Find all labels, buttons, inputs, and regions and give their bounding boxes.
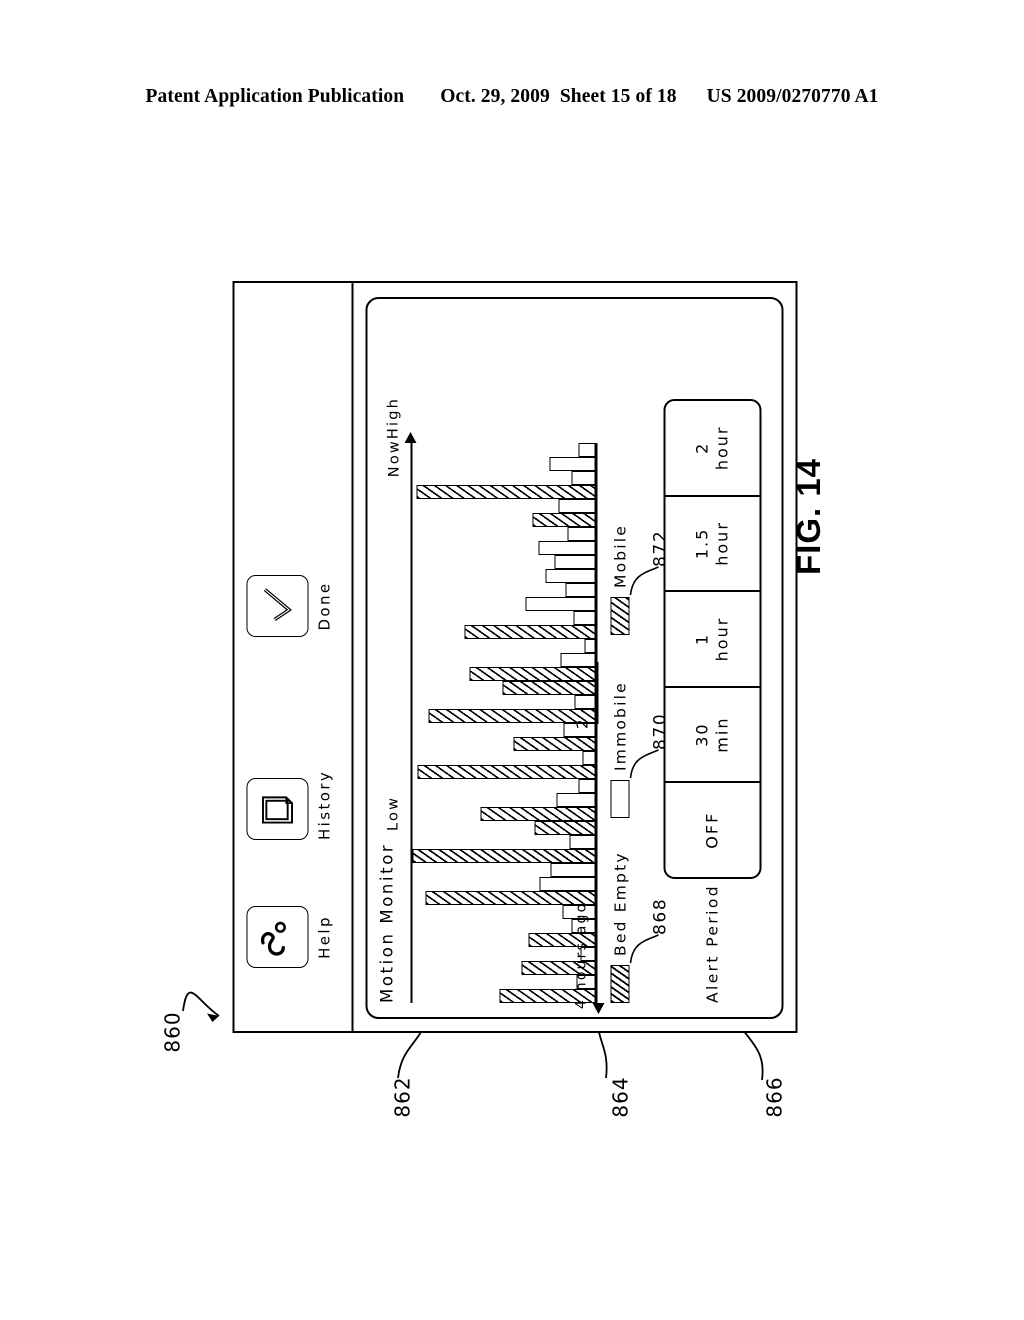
legend-label-bed-empty: Bed Empty — [610, 851, 629, 956]
motion-bar — [428, 709, 595, 723]
alert-period-option-line2: hour — [712, 616, 731, 662]
motion-bar — [513, 737, 595, 751]
alert-period-option[interactable]: 2 hour — [665, 401, 759, 495]
alert-period-option[interactable]: 1.5 hour — [665, 494, 759, 591]
history-button-label: History — [315, 769, 333, 840]
panel-title: Motion Monitor — [377, 842, 396, 1003]
legend-item-mobile: Mobile — [610, 524, 629, 635]
alert-period-option[interactable]: 30 min — [665, 685, 759, 782]
motion-bar — [524, 597, 595, 611]
help-button[interactable]: Help — [246, 906, 333, 968]
motion-bar — [411, 849, 595, 863]
alert-period-option[interactable]: OFF — [665, 781, 759, 877]
motion-bar — [559, 653, 595, 667]
legend-item-bed-empty: Bed Empty — [610, 851, 629, 1003]
chart-high-label: High — [385, 397, 401, 440]
motion-bar — [548, 457, 595, 471]
checkmark-icon — [263, 588, 292, 621]
legend-swatch-mobile — [610, 597, 629, 635]
done-button-label: Done — [315, 581, 333, 631]
motion-bar — [581, 751, 595, 765]
motion-bar — [578, 443, 595, 457]
alert-period-option-line2: min — [712, 716, 731, 753]
motion-bar — [570, 471, 595, 485]
motion-monitor-panel: Motion Monitor 4 hours ago Now High Low — [365, 297, 783, 1019]
motion-bar — [417, 765, 595, 779]
motion-bar — [578, 779, 595, 793]
done-button[interactable]: Done — [246, 575, 333, 637]
motion-bar — [537, 541, 595, 555]
now-leader-line — [410, 443, 412, 1003]
motion-bar — [544, 569, 595, 583]
motion-chart-bars — [411, 443, 595, 1003]
alert-period-option-line1: OFF — [702, 811, 721, 849]
done-button-box — [246, 575, 308, 637]
alert-period-option[interactable]: 1 hour — [665, 590, 759, 686]
legend-swatch-bed-empty — [610, 965, 629, 1003]
motion-chart: 4 hours ago Now High Low 2 — [385, 397, 604, 1014]
chart-now-label: Now — [386, 439, 402, 478]
legend: Bed Empty 868 Immobile 870 Mobile 872 — [610, 443, 670, 1003]
now-marker-triangle — [404, 432, 416, 443]
question-mark-icon — [260, 921, 286, 956]
alert-period-section: Alert Period OFF 30 min 1 hour 1.5 hour 2 hour — [659, 309, 771, 1003]
alert-period-option-line1: 1.5 — [692, 527, 711, 560]
motion-bar — [583, 639, 595, 653]
figure-14: FIG. 14 860 862 864 866 Help History Don… — [0, 0, 1024, 1320]
chart-low-label: Low — [385, 795, 401, 831]
alert-period-option-line2: hour — [712, 521, 731, 566]
legend-item-immobile: Immobile — [610, 681, 629, 818]
motion-bar — [565, 583, 595, 597]
motion-bar — [550, 863, 595, 877]
ref-numeral-862: 862 — [390, 1076, 415, 1118]
alert-period-label: Alert Period — [703, 884, 721, 1003]
motion-bar — [533, 821, 595, 835]
device-screen-frame: Help History Done Motion Monitor 4 hours… — [232, 281, 797, 1033]
device-toolbar: Help History Done — [234, 283, 353, 1031]
motion-bar — [502, 681, 595, 695]
alert-period-option-line1: 30 — [692, 722, 711, 747]
help-button-label: Help — [315, 915, 333, 959]
motion-bar — [415, 485, 595, 499]
document-page-icon — [261, 796, 293, 824]
alert-period-options[interactable]: OFF 30 min 1 hour 1.5 hour 2 hour — [663, 399, 761, 879]
motion-bar — [554, 555, 595, 569]
motion-bar — [567, 527, 595, 541]
alert-period-option-line1: 2 — [692, 441, 711, 454]
ref-numeral-866: 866 — [762, 1076, 787, 1118]
chart-mid-tick-label: 2 — [573, 717, 591, 729]
motion-bar — [463, 625, 595, 639]
help-button-box — [246, 906, 308, 968]
motion-bar — [572, 611, 595, 625]
motion-bar — [539, 877, 595, 891]
ref-numeral-860: 860 — [160, 1011, 185, 1053]
chart-mid-tick-line — [596, 662, 598, 724]
ref-numeral-864: 864 — [608, 1076, 633, 1118]
device-screen: Help History Done Motion Monitor 4 hours… — [232, 281, 797, 1033]
history-button-box — [246, 778, 308, 840]
motion-bar — [531, 513, 595, 527]
motion-bar — [469, 667, 595, 681]
motion-bar — [574, 695, 595, 709]
history-button[interactable]: History — [246, 770, 333, 840]
legend-swatch-immobile — [610, 780, 629, 818]
alert-period-option-line1: 1 — [692, 632, 711, 646]
start-marker-triangle — [592, 1003, 604, 1014]
alert-period-option-line2: hour — [712, 425, 731, 471]
legend-label-mobile: Mobile — [610, 523, 629, 588]
legend-label-immobile: Immobile — [610, 681, 629, 771]
motion-bar — [568, 835, 595, 849]
motion-bar — [556, 793, 595, 807]
chart-start-label: 4 hours ago — [573, 901, 589, 1009]
motion-bar — [424, 891, 595, 905]
motion-bar — [480, 807, 595, 821]
motion-bar — [557, 499, 595, 513]
